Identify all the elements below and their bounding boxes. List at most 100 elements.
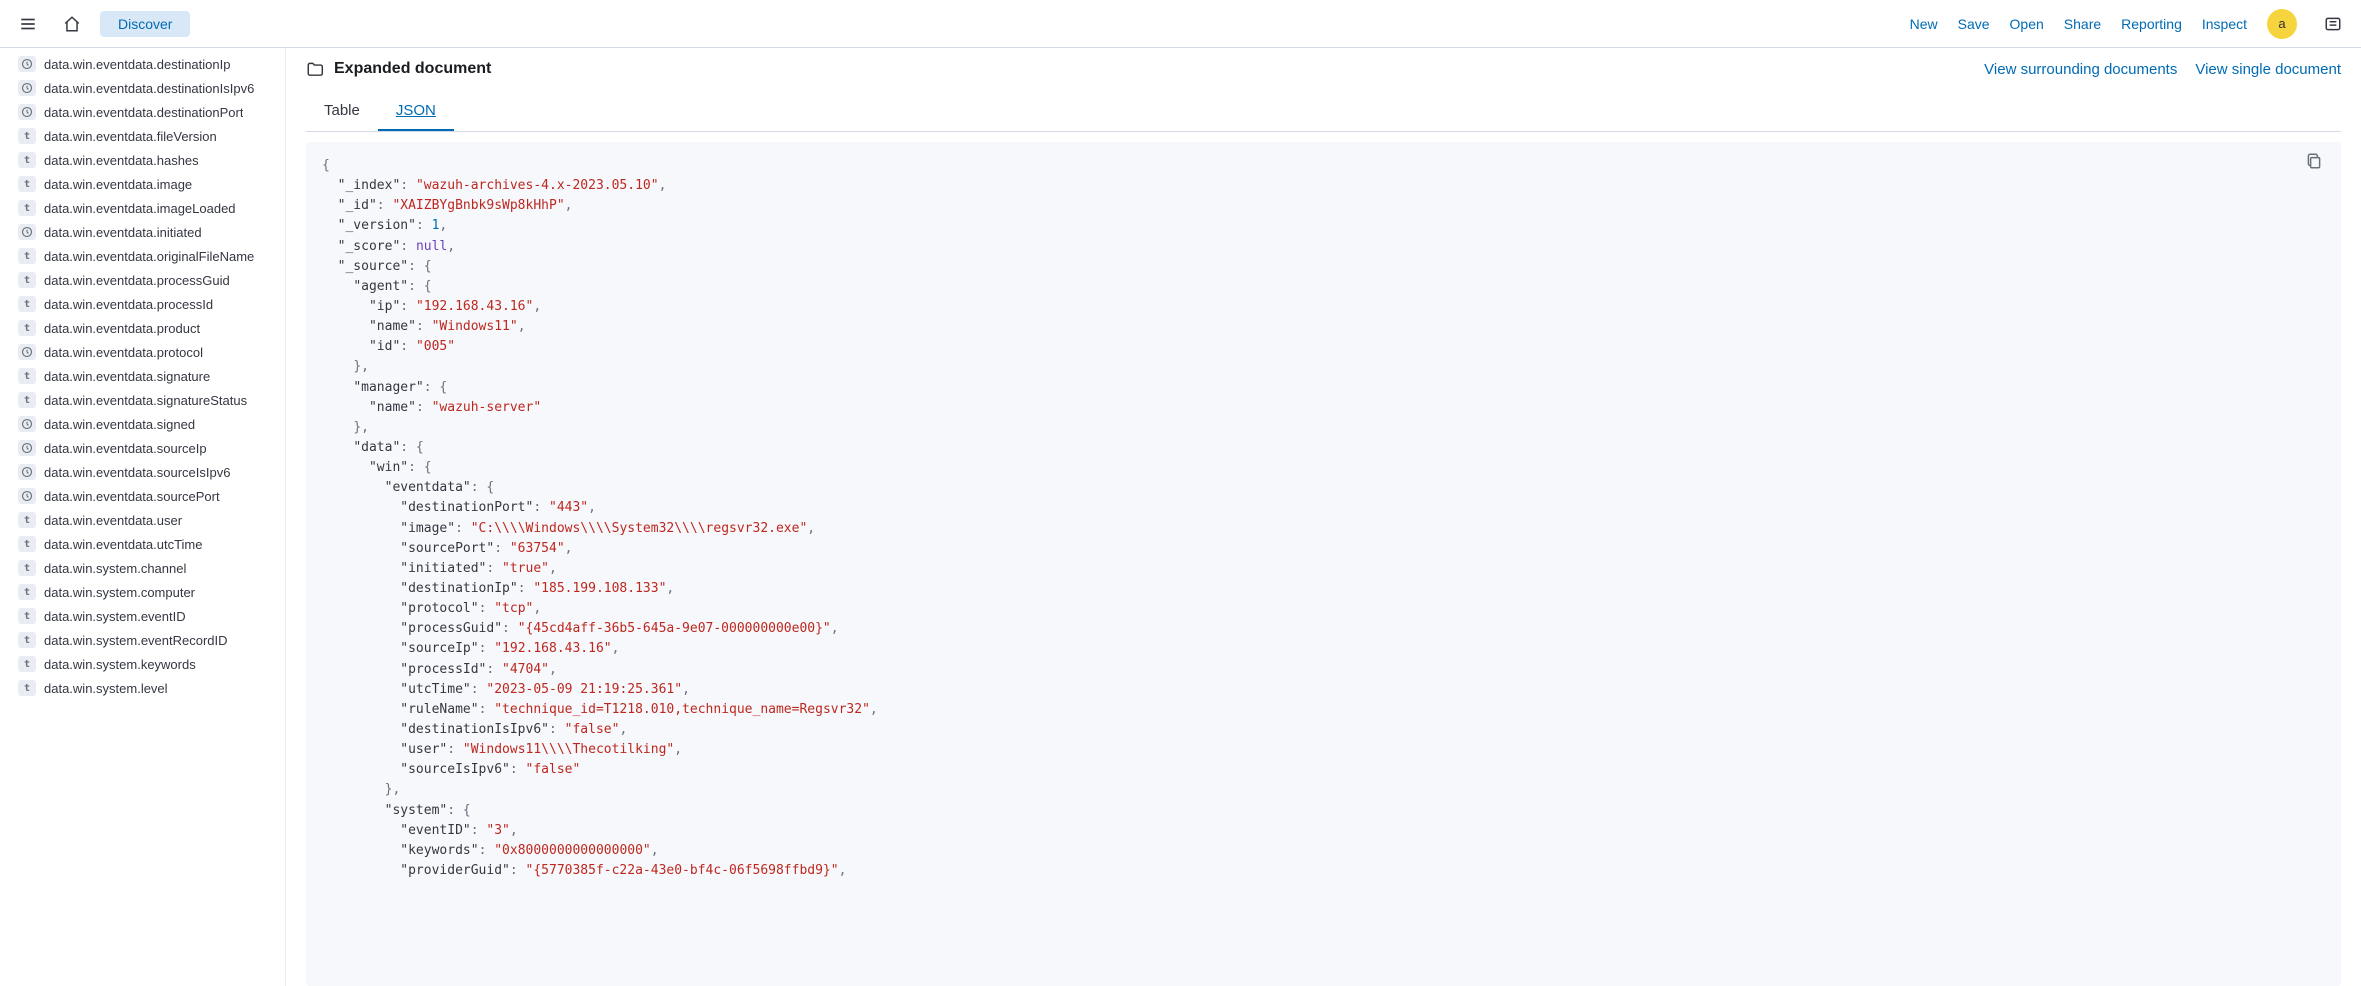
field-row[interactable]: t data.win.eventdata.image — [12, 172, 285, 196]
field-row[interactable]: data.win.eventdata.sourceIp — [12, 436, 285, 460]
clock-icon — [18, 344, 36, 360]
field-name: data.win.eventdata.signature — [44, 369, 210, 384]
avatar[interactable]: a — [2267, 9, 2297, 39]
topbar-new[interactable]: New — [1910, 16, 1938, 32]
field-name: data.win.eventdata.user — [44, 513, 182, 528]
text-type-icon: t — [18, 320, 36, 336]
field-name: data.win.system.computer — [44, 585, 195, 600]
text-type-icon: t — [18, 152, 36, 168]
text-type-icon: t — [18, 560, 36, 576]
field-row[interactable]: t data.win.system.eventRecordID — [12, 628, 285, 652]
text-type-icon: t — [18, 128, 36, 144]
field-row[interactable]: data.win.eventdata.destinationIsIpv6 — [12, 76, 285, 100]
view-surrounding-link[interactable]: View surrounding documents — [1984, 61, 2177, 78]
topbar-inspect[interactable]: Inspect — [2202, 16, 2247, 32]
view-single-link[interactable]: View single document — [2195, 61, 2341, 78]
folder-icon — [306, 60, 324, 78]
text-type-icon: t — [18, 680, 36, 696]
field-row[interactable]: data.win.eventdata.destinationPort — [12, 100, 285, 124]
field-row[interactable]: t data.win.system.eventID — [12, 604, 285, 628]
newsfeed-button[interactable] — [2317, 8, 2349, 40]
topbar-reporting[interactable]: Reporting — [2121, 16, 2182, 32]
newsfeed-icon — [2324, 15, 2342, 33]
topbar-open[interactable]: Open — [2010, 16, 2044, 32]
tab-json[interactable]: JSON — [378, 92, 454, 131]
field-name: data.win.eventdata.sourcePort — [44, 489, 220, 504]
field-row[interactable]: data.win.eventdata.initiated — [12, 220, 285, 244]
field-row[interactable]: data.win.eventdata.signed — [12, 412, 285, 436]
text-type-icon: t — [18, 176, 36, 192]
tab-table[interactable]: Table — [306, 92, 378, 131]
text-type-icon: t — [18, 656, 36, 672]
copy-button[interactable] — [2305, 152, 2327, 174]
menu-button[interactable] — [12, 8, 44, 40]
field-name: data.win.eventdata.utcTime — [44, 537, 203, 552]
clock-icon — [18, 416, 36, 432]
home-button[interactable] — [56, 8, 88, 40]
field-name: data.win.eventdata.initiated — [44, 225, 202, 240]
field-row[interactable]: tdata.win.eventdata.processGuid — [12, 268, 285, 292]
field-name: data.win.system.keywords — [44, 657, 196, 672]
text-type-icon: t — [18, 632, 36, 648]
topbar-save[interactable]: Save — [1958, 16, 1990, 32]
field-row[interactable]: t data.win.eventdata.user — [12, 508, 285, 532]
field-name: data.win.system.channel — [44, 561, 186, 576]
text-type-icon: t — [18, 200, 36, 216]
field-name: data.win.eventdata.hashes — [44, 153, 199, 168]
clock-icon — [18, 56, 36, 72]
field-name: data.win.eventdata.product — [44, 321, 200, 336]
layout: data.win.eventdata.destinationIp data.win… — [0, 48, 2361, 986]
field-row[interactable]: t data.win.system.keywords — [12, 652, 285, 676]
copy-icon — [2305, 152, 2323, 170]
field-name: data.win.system.eventRecordID — [44, 633, 228, 648]
panel-header: Expanded document View surrounding docum… — [306, 60, 2341, 78]
field-name: data.win.eventdata.processGuid — [44, 273, 230, 288]
field-name: data.win.system.level — [44, 681, 168, 696]
clock-icon — [18, 440, 36, 456]
text-type-icon: t — [18, 536, 36, 552]
field-row[interactable]: t data.win.eventdata.processId — [12, 292, 285, 316]
field-row[interactable]: t data.win.eventdata.signature — [12, 364, 285, 388]
text-type-icon: t — [18, 368, 36, 384]
field-row[interactable]: t data.win.system.channel — [12, 556, 285, 580]
field-row[interactable]: t data.win.system.level — [12, 676, 285, 700]
field-name: data.win.eventdata.processId — [44, 297, 213, 312]
text-type-icon: t — [18, 584, 36, 600]
discover-badge[interactable]: Discover — [100, 11, 190, 37]
text-type-icon: t — [18, 608, 36, 624]
field-name: data.win.eventdata.image — [44, 177, 192, 192]
main-panel: Expanded document View surrounding docum… — [286, 48, 2361, 986]
field-name: data.win.eventdata.destinationPort — [44, 105, 243, 120]
field-name: data.win.eventdata.originalFileName — [44, 249, 254, 264]
field-row[interactable]: t data.win.eventdata.hashes — [12, 148, 285, 172]
home-icon — [63, 15, 81, 33]
panel-links: View surrounding documents View single d… — [1984, 61, 2341, 78]
field-row[interactable]: t data.win.eventdata.fileVersion — [12, 124, 285, 148]
clock-icon — [18, 464, 36, 480]
field-name: data.win.eventdata.destinationIp — [44, 57, 230, 72]
fields-sidebar: data.win.eventdata.destinationIp data.win… — [0, 48, 286, 986]
topbar-share[interactable]: Share — [2064, 16, 2101, 32]
field-name: data.win.eventdata.imageLoaded — [44, 201, 236, 216]
field-row[interactable]: t data.win.system.computer — [12, 580, 285, 604]
field-name: data.win.eventdata.destinationIsIpv6 — [44, 81, 254, 96]
field-row[interactable]: t data.win.eventdata.imageLoaded — [12, 196, 285, 220]
field-row[interactable]: tdata.win.eventdata.originalFileName — [12, 244, 285, 268]
field-name: data.win.eventdata.fileVersion — [44, 129, 217, 144]
doc-tabs: Table JSON — [306, 92, 2341, 132]
field-row[interactable]: tdata.win.eventdata.signatureStatus — [12, 388, 285, 412]
text-type-icon: t — [18, 296, 36, 312]
topbar-left: Discover — [12, 8, 190, 40]
field-row[interactable]: data.win.eventdata.destinationIp — [12, 52, 285, 76]
field-name: data.win.eventdata.sourceIp — [44, 441, 207, 456]
field-row[interactable]: data.win.eventdata.sourcePort — [12, 484, 285, 508]
field-row[interactable]: data.win.eventdata.protocol — [12, 340, 285, 364]
field-name: data.win.system.eventID — [44, 609, 186, 624]
text-type-icon: t — [18, 512, 36, 528]
field-row[interactable]: t data.win.eventdata.product — [12, 316, 285, 340]
json-content: { "_index": "wazuh-archives-4.x-2023.05.… — [322, 156, 2325, 881]
field-row[interactable]: data.win.eventdata.sourceIsIpv6 — [12, 460, 285, 484]
field-name: data.win.eventdata.sourceIsIpv6 — [44, 465, 230, 480]
field-row[interactable]: t data.win.eventdata.utcTime — [12, 532, 285, 556]
field-name: data.win.eventdata.signed — [44, 417, 195, 432]
